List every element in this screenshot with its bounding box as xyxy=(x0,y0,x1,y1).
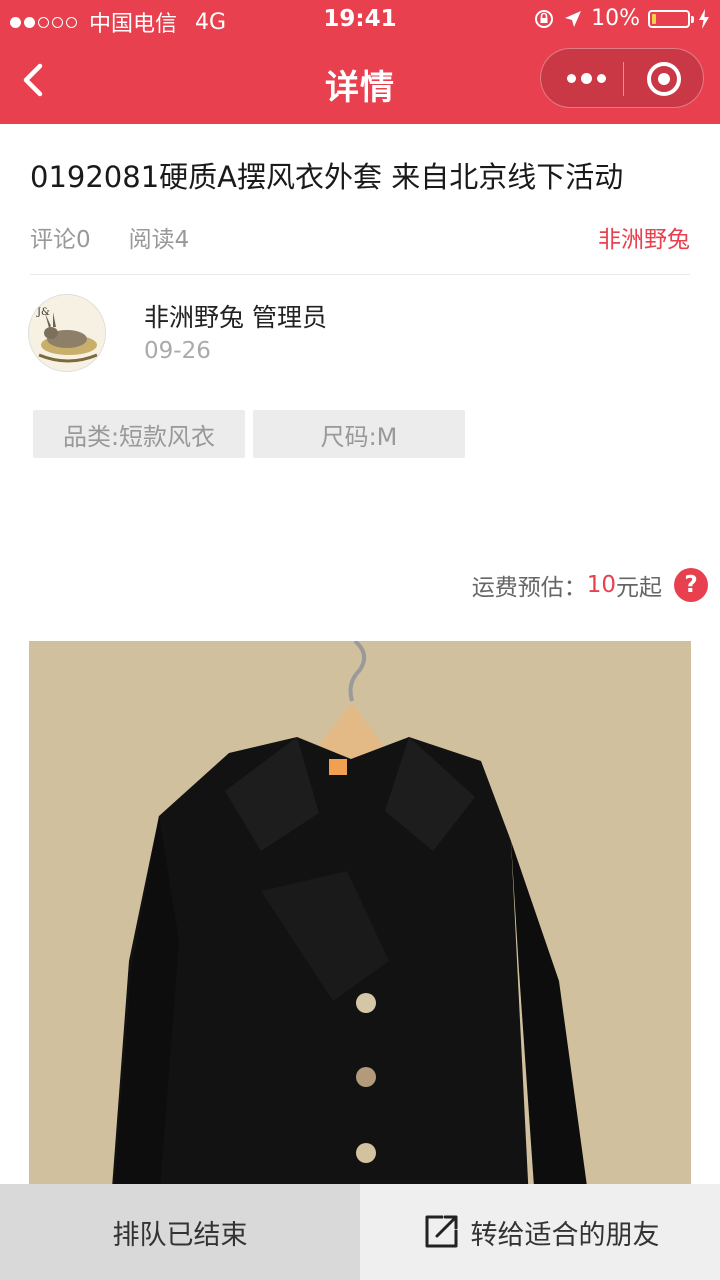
divider xyxy=(30,274,690,275)
shipping-suffix: 元起 xyxy=(616,575,662,601)
target-close-icon[interactable] xyxy=(647,62,681,96)
miniprogram-capsule xyxy=(540,48,704,108)
read-count: 阅读4 xyxy=(128,227,190,253)
battery-percent: 10% xyxy=(591,6,640,31)
poster-date: 09-26 xyxy=(144,338,211,364)
avatar[interactable]: J& xyxy=(28,294,106,372)
hare-logo-image: J& xyxy=(29,295,105,371)
tag-size: 尺码:M xyxy=(253,410,465,458)
bottom-bar: 排队已结束 转给适合的朋友 xyxy=(0,1184,720,1280)
battery-icon xyxy=(648,9,694,28)
coat-image xyxy=(29,641,691,1201)
share-external-icon xyxy=(425,1215,457,1248)
comment-count[interactable]: 评论0 xyxy=(30,220,91,254)
poster-name: 非洲野兔 管理员 xyxy=(144,303,327,332)
shipping-label: 运费预估： xyxy=(471,575,587,601)
share-button[interactable]: 转给适合的朋友 xyxy=(360,1184,720,1280)
share-label: 转给适合的朋友 xyxy=(470,1219,660,1251)
product-photo[interactable] xyxy=(29,641,691,1201)
queue-ended-button[interactable]: 排队已结束 xyxy=(0,1184,360,1280)
post-meta: 评论0 阅读4 xyxy=(30,220,189,254)
question-icon[interactable]: ? xyxy=(674,568,708,602)
rotation-lock-icon xyxy=(535,9,554,28)
capsule-divider xyxy=(623,62,624,96)
location-arrow-icon xyxy=(565,10,582,27)
shipping-estimate: 运费预估： 10 元起 ? xyxy=(472,568,708,602)
nav-bar: 详情 xyxy=(0,40,720,124)
tag-category: 品类:短款风衣 xyxy=(33,410,245,458)
shipping-price: 10 xyxy=(586,572,616,598)
status-bar: 中国电信 4G 19:41 10% xyxy=(0,0,720,40)
status-right: 10% xyxy=(533,6,710,31)
charging-icon xyxy=(699,8,709,29)
svg-text:J&: J& xyxy=(36,307,50,318)
author-link[interactable]: 非洲野兔 xyxy=(598,220,690,254)
post-title: 0192081硬质A摆风衣外套 来自北京线下活动 xyxy=(30,160,624,194)
more-dots-icon[interactable] xyxy=(561,49,611,107)
